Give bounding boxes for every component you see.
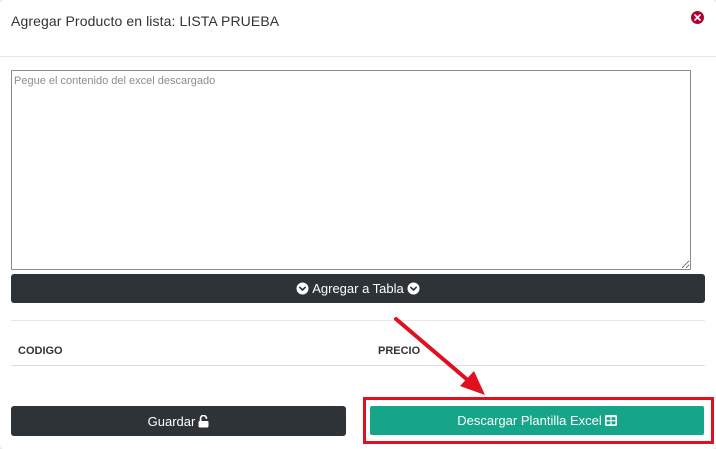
add-to-table-label: Agregar a Tabla: [312, 281, 404, 296]
column-header-codigo: CODIGO: [18, 345, 63, 357]
table-icon: [604, 415, 617, 426]
modal-header: Agregar Producto en lista: LISTA PRUEBA: [0, 0, 716, 57]
unlock-icon: [198, 414, 209, 427]
table-header-row: CODIGO PRECIO: [11, 337, 705, 366]
modal-title: Agregar Producto en lista: LISTA PRUEBA: [11, 13, 280, 29]
add-to-table-button[interactable]: Agregar a Tabla: [11, 274, 705, 303]
circle-chevron-down-icon: [407, 282, 420, 295]
excel-paste-textarea[interactable]: [11, 70, 691, 270]
download-template-excel-button[interactable]: Descargar Plantilla Excel: [370, 406, 704, 435]
close-icon[interactable]: [691, 11, 704, 24]
download-template-label: Descargar Plantilla Excel: [457, 413, 602, 428]
table-top-divider: [11, 320, 705, 321]
save-button-label: Guardar: [147, 413, 196, 429]
column-header-precio: PRECIO: [378, 345, 421, 357]
modal-dialog: Agregar Producto en lista: LISTA PRUEBA …: [0, 0, 716, 449]
save-button[interactable]: Guardar: [11, 406, 346, 436]
circle-chevron-down-icon: [296, 282, 309, 295]
